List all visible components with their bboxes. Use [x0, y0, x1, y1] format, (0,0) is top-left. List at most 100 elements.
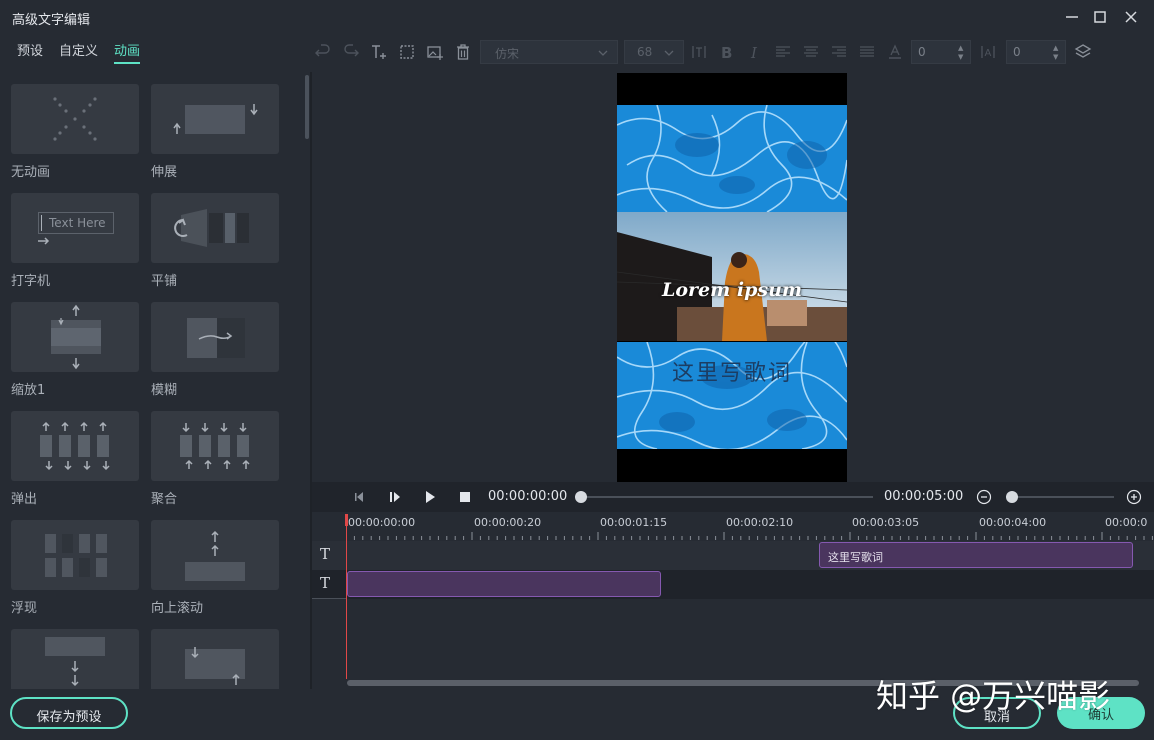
animation-presets-panel: 无动画 伸展 Text Here 打字机 平铺 缩放1 模糊 弹出 聚合 浮现 … [0, 72, 310, 689]
stretch-icon [151, 84, 279, 154]
gather-icon [151, 411, 279, 481]
font-family-value: 仿宋 [495, 47, 520, 61]
preset-stretch[interactable]: 伸展 [151, 84, 279, 180]
save-preset-button[interactable]: 保存为预设 [10, 697, 128, 729]
blur-icon [151, 302, 279, 372]
ruler-label: 00:00:02:10 [726, 516, 794, 529]
preset-gather[interactable]: 聚合 [151, 411, 279, 507]
playhead-handle[interactable] [345, 514, 348, 526]
playback-progress-knob[interactable] [575, 491, 587, 503]
tab-custom[interactable]: 自定义 [59, 40, 98, 59]
preset-slide[interactable] [151, 629, 279, 689]
char-spacing-value: 0 [918, 45, 926, 59]
playback-progress-track[interactable] [580, 496, 873, 498]
undo-icon[interactable] [313, 42, 333, 62]
ruler-label: 00:00:04:00 [979, 516, 1047, 529]
active-tab-indicator [114, 62, 140, 64]
tab-presets[interactable]: 预设 [17, 40, 43, 59]
text-color-icon[interactable] [885, 42, 905, 62]
drop-down-icon [11, 629, 139, 689]
preset-label: 聚合 [151, 492, 178, 507]
tab-animation[interactable]: 动画 [114, 40, 140, 59]
line-spacing-value: 0 [1013, 45, 1021, 59]
zoom-slider-knob[interactable] [1006, 491, 1018, 503]
time-ruler[interactable] [346, 532, 1154, 540]
window-title: 高级文字编辑 [12, 13, 91, 28]
font-size-select[interactable]: 68 [624, 40, 684, 64]
increment-icon[interactable]: ▲ [958, 45, 966, 52]
stop-icon[interactable] [457, 489, 473, 505]
zoom-out-icon[interactable] [976, 489, 992, 505]
ruler-label: 00:00:00:20 [474, 516, 542, 529]
pop-out-icon [11, 411, 139, 481]
prev-frame-icon[interactable] [352, 489, 368, 505]
preset-label: 平铺 [151, 274, 178, 289]
play-from-start-icon[interactable] [387, 489, 403, 505]
video-preview[interactable]: Lorem ipsum 这里写歌词 [617, 73, 847, 482]
ruler-label: 00:00:03:05 [852, 516, 920, 529]
text-clip-lorem[interactable] [347, 571, 661, 597]
italic-icon[interactable]: I [745, 42, 765, 62]
preset-blur[interactable]: 模糊 [151, 302, 279, 398]
preset-pop-out[interactable]: 弹出 [11, 411, 139, 507]
zoom-in-icon[interactable] [1126, 489, 1142, 505]
text-toolbar: 仿宋 68 B I 0 ▲ ▼ A 0 ▲ ▼ [310, 36, 1154, 70]
lyric-text[interactable]: 这里写歌词 [617, 355, 847, 387]
overlay-text[interactable]: Lorem ipsum [617, 279, 847, 301]
preset-drop-down[interactable] [11, 629, 139, 689]
preset-typewriter[interactable]: Text Here 打字机 [11, 193, 139, 289]
close-icon[interactable] [1120, 6, 1142, 28]
align-center-icon[interactable] [801, 42, 821, 62]
add-shape-icon[interactable] [397, 42, 417, 62]
line-spacing-icon[interactable]: A [978, 42, 998, 62]
text-spacing-icon[interactable] [689, 42, 709, 62]
ruler-label: 00:00:00:00 [348, 516, 416, 529]
preset-label: 伸展 [151, 165, 178, 180]
play-icon[interactable] [422, 489, 438, 505]
preset-scroll-up[interactable]: 向上滚动 [151, 520, 279, 616]
preset-tile[interactable]: 平铺 [151, 193, 279, 289]
timeline: 00:00:00:00 00:00:00:20 00:00:01:15 00:0… [312, 512, 1154, 689]
photo-image-middle [617, 212, 847, 341]
preset-label: 缩放1 [11, 383, 46, 398]
ruler-label: 00:00:01:15 [600, 516, 668, 529]
preset-emerge[interactable]: 浮现 [11, 520, 139, 616]
align-right-icon[interactable] [829, 42, 849, 62]
font-family-select[interactable]: 仿宋 [480, 40, 618, 64]
text-clip-lyric[interactable]: 这里写歌词 [819, 542, 1133, 568]
add-text-icon[interactable] [369, 42, 389, 62]
redo-icon[interactable] [341, 42, 361, 62]
tile-icon [151, 193, 279, 263]
char-spacing-input[interactable]: 0 ▲ ▼ [911, 40, 971, 64]
zoom-slider-track[interactable] [1010, 496, 1114, 498]
water-image-top [617, 104, 847, 213]
increment-icon[interactable]: ▲ [1053, 45, 1061, 52]
current-time: 00:00:00:00 [488, 489, 568, 504]
slide-icon [151, 629, 279, 689]
text-track-1: T 这里写歌词 [312, 541, 1154, 570]
align-justify-icon[interactable] [857, 42, 877, 62]
preset-zoom[interactable]: 缩放1 [11, 302, 139, 398]
playhead[interactable] [346, 514, 347, 679]
maximize-icon[interactable] [1089, 6, 1111, 28]
watermark-text: 知乎 @万兴喵影 [876, 677, 1111, 715]
tab-bar: 预设 自定义 动画 [0, 32, 310, 66]
zoom-icon [11, 302, 139, 372]
text-track-icon: T [320, 574, 331, 592]
preset-no-animation[interactable]: 无动画 [11, 84, 139, 180]
align-left-icon[interactable] [773, 42, 793, 62]
preset-label: 模糊 [151, 383, 178, 398]
decrement-icon[interactable]: ▼ [1053, 54, 1061, 61]
layers-icon[interactable] [1073, 42, 1093, 62]
line-spacing-input[interactable]: 0 ▲ ▼ [1006, 40, 1066, 64]
presets-scrollbar[interactable] [305, 75, 309, 139]
preset-label: 浮现 [11, 601, 38, 616]
bold-icon[interactable]: B [717, 42, 737, 62]
emerge-icon [11, 520, 139, 590]
text-track-icon: T [320, 545, 331, 563]
add-image-icon[interactable] [425, 42, 445, 62]
delete-icon[interactable] [453, 42, 473, 62]
minimize-icon[interactable] [1061, 6, 1083, 28]
decrement-icon[interactable]: ▼ [958, 54, 966, 61]
ruler-label: 00:00:0 [1105, 516, 1148, 529]
